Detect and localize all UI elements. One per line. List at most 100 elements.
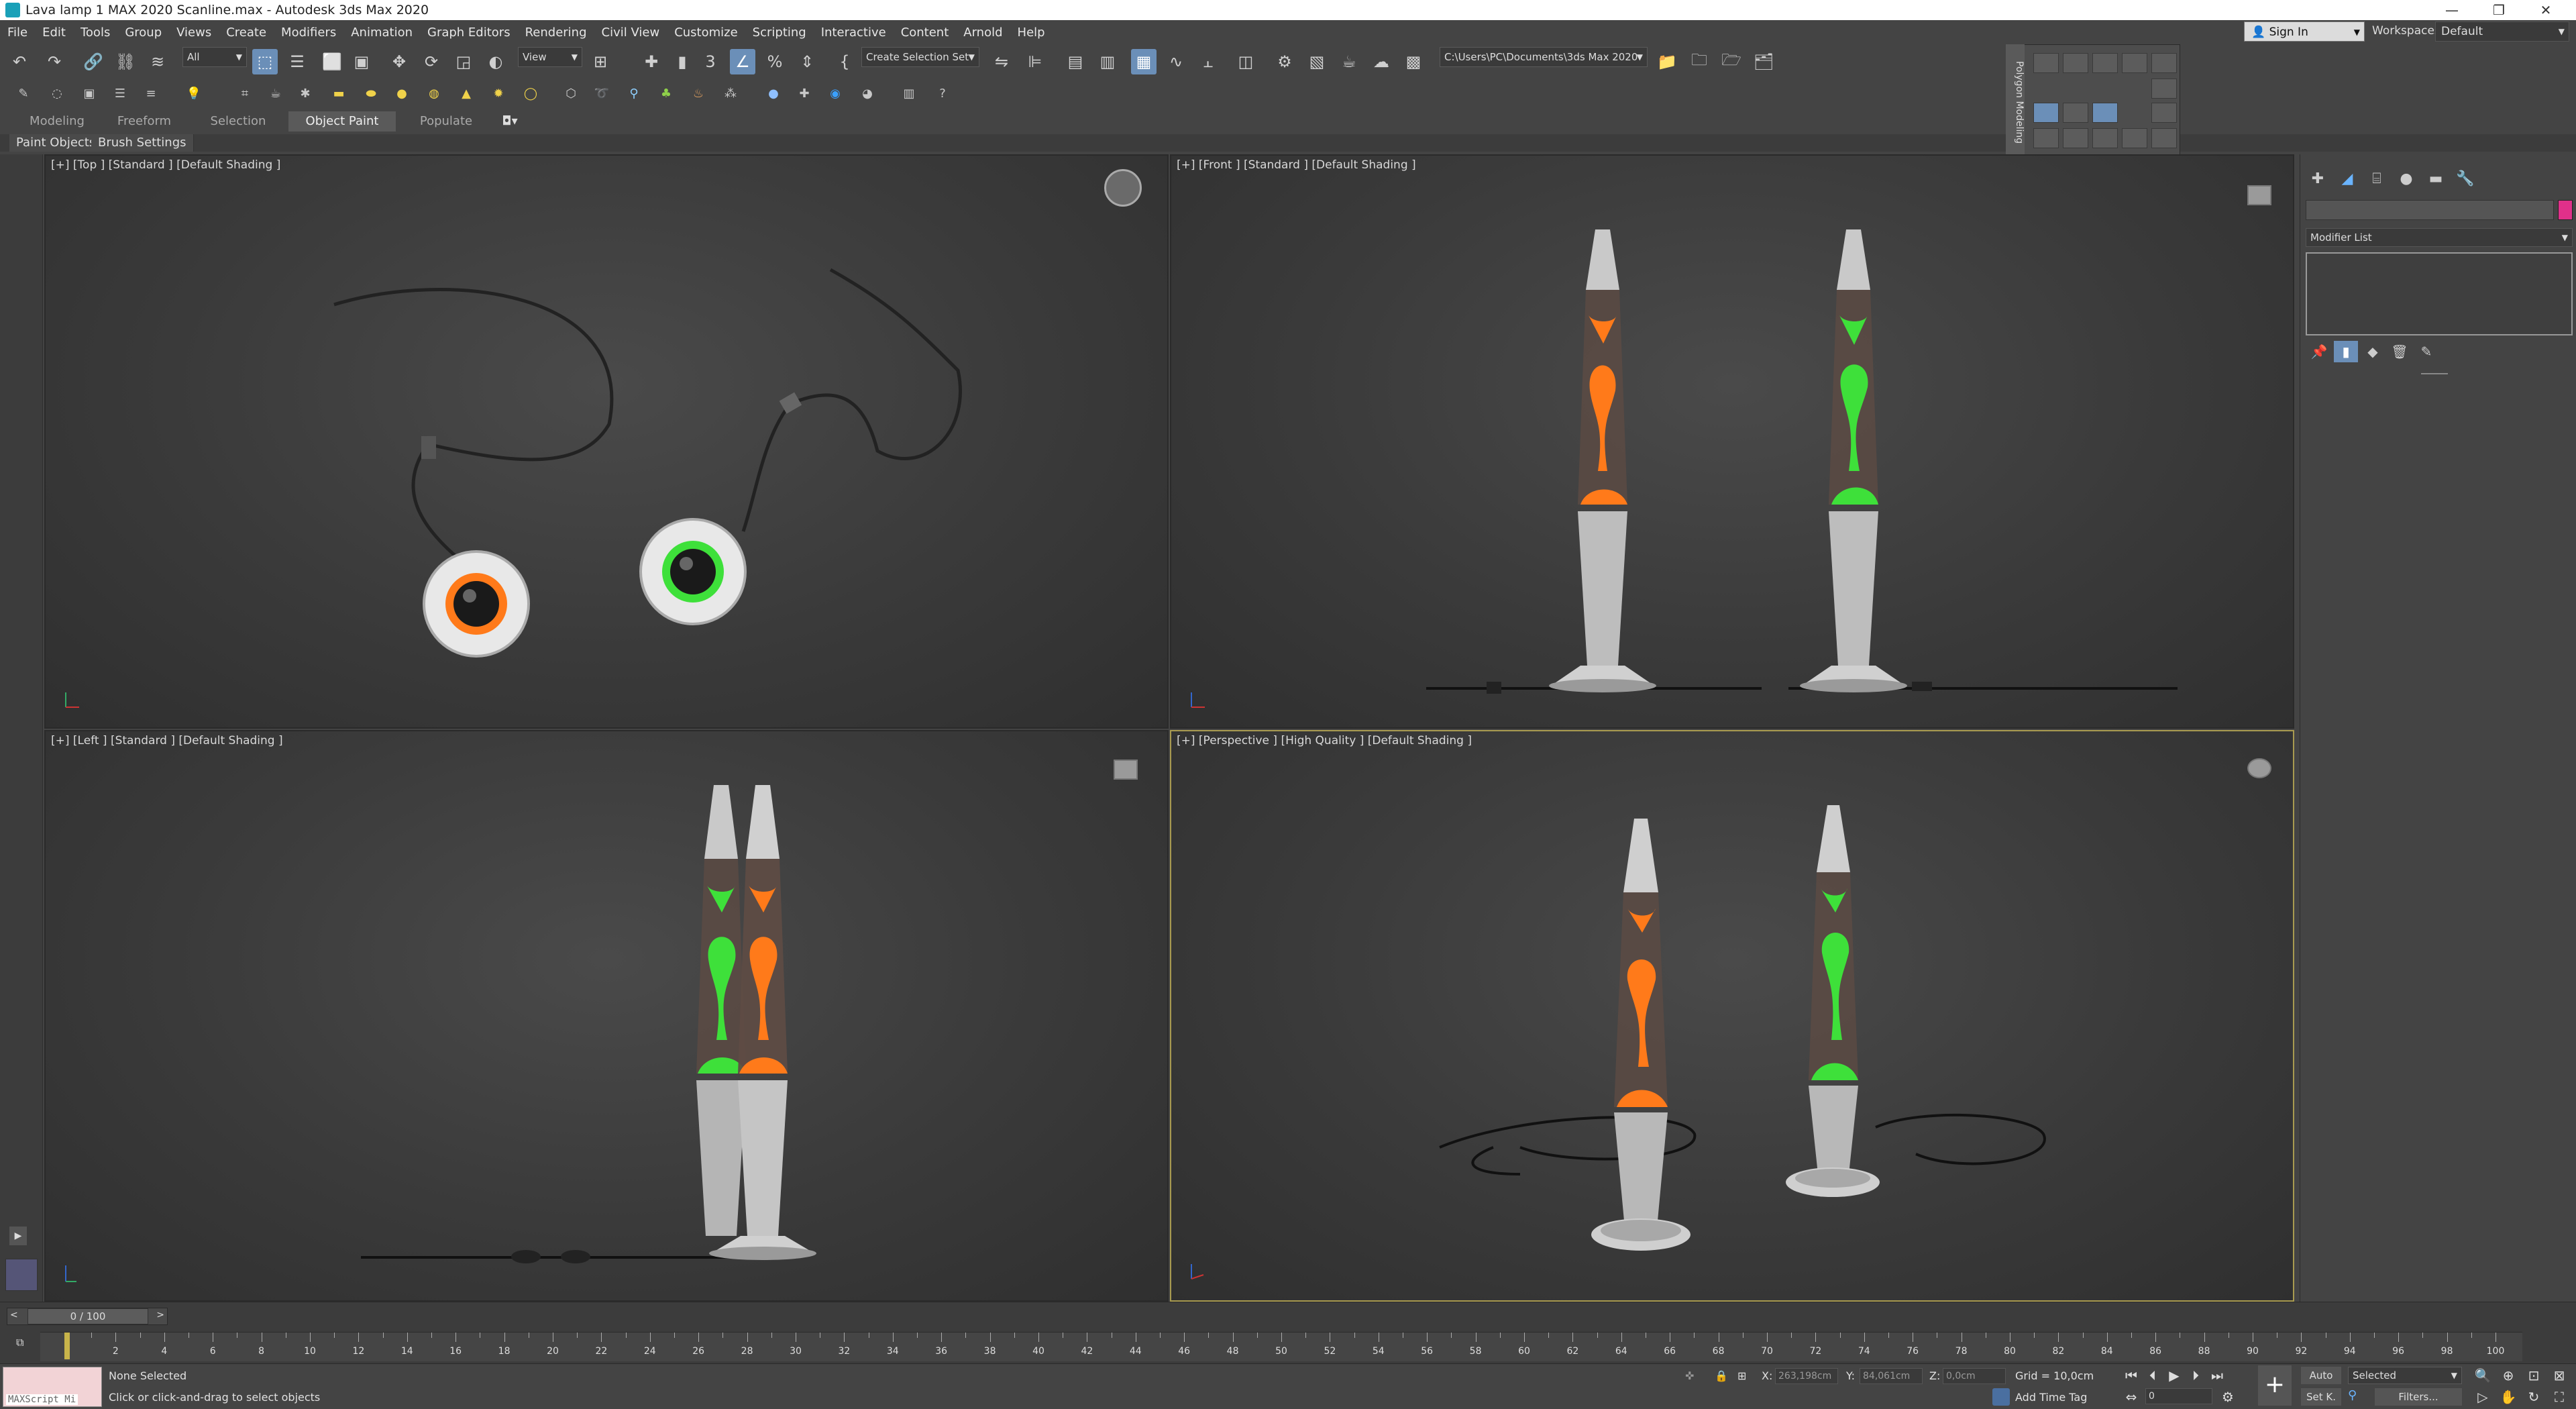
- viewport-perspective[interactable]: [+] [Perspective ] [High Quality ] [Defa…: [1170, 730, 2294, 1302]
- star-icon[interactable]: ✹: [488, 83, 508, 103]
- go-to-start-icon[interactable]: ⏮: [2121, 1365, 2141, 1386]
- key-selection-dropdown[interactable]: Selected ▼: [2348, 1367, 2462, 1384]
- sphere-mat-icon[interactable]: ●: [763, 83, 784, 103]
- cone-icon[interactable]: ▲: [456, 83, 476, 103]
- ribbon-options-icon[interactable]: ◘▾: [496, 111, 523, 132]
- pin-stack-icon[interactable]: 📌: [2307, 341, 2331, 362]
- minimize-button[interactable]: —: [2428, 0, 2475, 20]
- set-key-button[interactable]: Set K.: [2301, 1388, 2341, 1406]
- poly-tool-button[interactable]: [2122, 53, 2147, 73]
- menu-customize[interactable]: Customize: [667, 25, 745, 40]
- restore-button[interactable]: ❐: [2475, 0, 2522, 20]
- unlink-icon[interactable]: ⛓: [113, 49, 138, 74]
- time-slider[interactable]: < 0 / 100 >: [7, 1308, 168, 1325]
- menu-help[interactable]: Help: [1010, 25, 1053, 40]
- menu-tools[interactable]: Tools: [73, 25, 117, 40]
- mirror-icon[interactable]: ⇋: [989, 49, 1014, 74]
- menu-content[interactable]: Content: [894, 25, 957, 40]
- angle-snap-icon[interactable]: ∠: [730, 49, 755, 74]
- prev-frame-icon[interactable]: <: [10, 1310, 18, 1320]
- project-path-dropdown[interactable]: C:\Users\PC\Documents\3ds Max 2020 ▼: [1440, 47, 1648, 67]
- previous-frame-icon[interactable]: ⏴: [2143, 1365, 2163, 1386]
- poly-tool-button[interactable]: [2151, 128, 2177, 148]
- menu-file[interactable]: File: [0, 25, 35, 40]
- material-editor-icon[interactable]: ◫: [1233, 49, 1258, 74]
- poly-tool-button[interactable]: [2033, 128, 2059, 148]
- z-coordinate-field[interactable]: 0,0cm: [1943, 1368, 2006, 1384]
- ribbon-toggle-icon[interactable]: ▦: [1131, 49, 1157, 74]
- zoom-extents-icon[interactable]: ⊡: [2524, 1365, 2544, 1386]
- brush-icon[interactable]: ✎: [13, 83, 34, 103]
- schematic-view-icon[interactable]: ⫠: [1195, 49, 1221, 74]
- rect-selection-icon[interactable]: ⬜: [319, 49, 345, 74]
- sign-in-dropdown[interactable]: 👤 Sign In ▼: [2244, 21, 2365, 42]
- ribbon-tab-selection[interactable]: Selection: [195, 111, 282, 132]
- curve-editor-toggle-icon[interactable]: ⧉: [16, 1336, 35, 1355]
- object-name-field[interactable]: [2306, 200, 2554, 220]
- hierarchy-tab-icon[interactable]: ⌸: [2362, 166, 2392, 191]
- eye-icon[interactable]: ◉: [825, 83, 845, 103]
- tag-icon[interactable]: [1992, 1388, 2010, 1406]
- ring-icon[interactable]: ◌: [47, 83, 67, 103]
- close-button[interactable]: ✕: [2522, 0, 2569, 20]
- ribbon-tab-freeform[interactable]: Freeform: [101, 111, 188, 132]
- named-selection-dropdown[interactable]: Create Selection Set ▼: [861, 47, 979, 67]
- scale-icon[interactable]: ◲: [451, 49, 476, 74]
- pan-icon[interactable]: ✋: [2498, 1387, 2518, 1407]
- isolate-icon[interactable]: ✜: [1685, 1369, 1694, 1382]
- viewport-front[interactable]: [+] [Front ] [Standard ] [Default Shadin…: [1170, 154, 2294, 729]
- select-by-name-icon[interactable]: ☰: [284, 49, 310, 74]
- light-bulb-icon[interactable]: 💡: [184, 83, 204, 103]
- poly-tool-button[interactable]: [2151, 53, 2177, 73]
- time-slider-thumb[interactable]: 0 / 100: [28, 1308, 148, 1324]
- render-sphere-icon[interactable]: ◕: [857, 83, 877, 103]
- set-key-big-button[interactable]: +: [2258, 1365, 2292, 1406]
- disc-icon[interactable]: ⬬: [361, 83, 381, 103]
- particle-icon[interactable]: ⁂: [720, 83, 741, 103]
- circle-icon[interactable]: ◯: [521, 83, 541, 103]
- window-crossing-icon[interactable]: ▣: [349, 49, 374, 74]
- add-time-tag[interactable]: Add Time Tag: [2015, 1391, 2087, 1404]
- bone-icon[interactable]: ⚲: [624, 83, 644, 103]
- maxscript-listener[interactable]: MAXScript Mi: [3, 1367, 102, 1407]
- poly-border-button[interactable]: [2092, 103, 2118, 123]
- rotate-icon[interactable]: ⟳: [419, 49, 444, 74]
- plane-icon[interactable]: ▬: [329, 83, 349, 103]
- motion-tab-icon[interactable]: ●: [2392, 166, 2421, 191]
- orbit-icon[interactable]: ↻: [2524, 1387, 2544, 1407]
- poly-tool-button[interactable]: [2151, 79, 2177, 99]
- y-coordinate-field[interactable]: 84,061cm: [1860, 1368, 1923, 1384]
- zoom-icon[interactable]: 🔍: [2473, 1365, 2493, 1386]
- grid-icon[interactable]: ⌗: [235, 83, 255, 103]
- poly-tool-button[interactable]: [2063, 128, 2088, 148]
- snaps-toggle-icon[interactable]: 3: [698, 49, 723, 74]
- play-icon[interactable]: ▶: [2164, 1365, 2184, 1386]
- render-shortcuts-icon[interactable]: ▩: [1401, 49, 1426, 74]
- key-filter-icon[interactable]: ⚲: [2348, 1388, 2361, 1406]
- layer-explorer-icon[interactable]: ▥: [1095, 49, 1120, 74]
- poly-tool-button[interactable]: [2063, 53, 2088, 73]
- display-tab-icon[interactable]: ▬: [2421, 166, 2451, 191]
- project-open-icon[interactable]: 🗁: [1719, 49, 1744, 74]
- next-frame-icon[interactable]: >: [156, 1310, 164, 1320]
- panel-brush-settings[interactable]: Brush Settings: [91, 134, 194, 152]
- teapot-icon[interactable]: ☕: [266, 83, 286, 103]
- modifier-stack[interactable]: [2306, 252, 2573, 335]
- render-setup-icon[interactable]: ⚙: [1272, 49, 1297, 74]
- modifier-list-dropdown[interactable]: Modifier List ▼: [2306, 228, 2573, 247]
- poly-edge-button[interactable]: [2063, 103, 2088, 123]
- menu-arnold[interactable]: Arnold: [956, 25, 1010, 40]
- poly-tool-button[interactable]: [2092, 53, 2118, 73]
- poly-tool-button[interactable]: [2151, 103, 2177, 123]
- spline-icon[interactable]: ➰: [592, 83, 612, 103]
- curve-editor-icon[interactable]: ∿: [1163, 49, 1189, 74]
- poly-tool-button[interactable]: [2122, 128, 2147, 148]
- scene-explorer-icon[interactable]: ▤: [1063, 49, 1088, 74]
- modify-tab-icon[interactable]: ◢: [2332, 166, 2362, 191]
- menu-graph-editors[interactable]: Graph Editors: [420, 25, 518, 40]
- project-settings-icon[interactable]: 🗂: [1751, 49, 1776, 74]
- menu-animation[interactable]: Animation: [343, 25, 420, 40]
- key-mode-icon[interactable]: ⇔: [2121, 1387, 2141, 1407]
- modifier-icon[interactable]: ✱: [295, 83, 315, 103]
- keyboard-shortcut-icon[interactable]: ▮: [669, 49, 695, 74]
